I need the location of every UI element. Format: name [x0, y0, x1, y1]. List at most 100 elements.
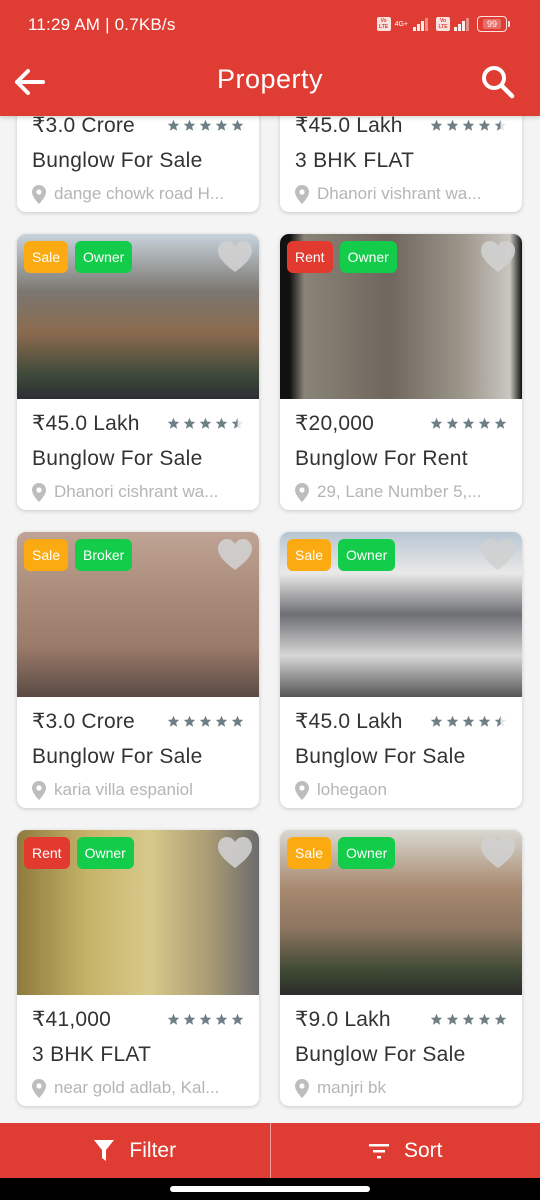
favorite-heart-icon[interactable] [480, 538, 516, 572]
star-icon [215, 715, 228, 727]
star-icon [231, 119, 244, 131]
property-title: Bunglow For Sale [295, 1043, 466, 1066]
property-card[interactable]: Sale Broker ₹3.0 Crore Bunglow For Sale … [17, 532, 259, 808]
rating-stars [430, 119, 507, 132]
rating-stars [167, 119, 244, 132]
star-icon [199, 417, 212, 429]
star-icon [462, 417, 475, 429]
property-card[interactable]: Sale Owner ₹3.0 Crore [17, 116, 259, 212]
property-photo[interactable]: Rent Owner [280, 234, 522, 399]
filter-button[interactable]: Filter [0, 1123, 270, 1178]
favorite-heart-icon[interactable] [480, 240, 516, 274]
property-title: Bunglow For Sale [295, 745, 466, 768]
location-pin-icon [32, 482, 46, 502]
location-pin-icon [295, 1078, 309, 1098]
property-price: ₹45.0 Lakh [295, 116, 403, 137]
property-card[interactable]: Sale Owner ₹45.0 Lakh [280, 532, 522, 808]
rating-stars [430, 417, 507, 430]
battery-icon: 99 [477, 16, 510, 32]
star-icon [462, 119, 475, 131]
property-price: ₹45.0 Lakh [295, 709, 403, 733]
listing-type-badge: Sale [287, 539, 332, 571]
location-pin-icon [295, 780, 309, 800]
star-icon [199, 119, 212, 131]
network-type: 4G+ [394, 20, 408, 28]
property-card[interactable]: Sale Owner ₹45.0 Lakh [280, 116, 522, 212]
favorite-heart-icon[interactable] [217, 240, 253, 274]
property-card[interactable]: Rent Owner ₹20,000 Bunglow For Rent 29, … [280, 234, 522, 510]
rating-stars [167, 1013, 244, 1026]
property-location: near gold adlab, Kal... [32, 1071, 244, 1105]
star-icon [430, 1013, 443, 1025]
rating-stars [167, 417, 244, 430]
property-location: manjri bk [295, 1071, 507, 1105]
property-card[interactable]: Sale Owner ₹9.0 Lakh Bunglow For Sale ma… [280, 830, 522, 1106]
listing-party-badge: Owner [75, 241, 133, 273]
location-pin-icon [32, 1078, 46, 1098]
star-icon [446, 715, 459, 727]
sort-label: Sort [403, 1138, 443, 1162]
property-location: lohegaon [295, 773, 507, 807]
favorite-heart-icon[interactable] [217, 538, 253, 572]
star-icon [199, 715, 212, 727]
property-list[interactable]: Sale Owner ₹3.0 Crore [0, 116, 540, 1123]
volte-icon: Vo LTE [376, 17, 391, 31]
sort-button[interactable]: Sort [271, 1123, 540, 1178]
rating-stars [430, 1013, 507, 1026]
property-photo[interactable]: Sale Owner [17, 234, 259, 399]
property-card[interactable]: Sale Owner ₹45.0 Lakh [17, 234, 259, 510]
star-icon [183, 715, 196, 727]
property-title: Bunglow For Rent [295, 447, 468, 470]
listing-type-badge: Sale [24, 241, 69, 273]
star-icon [446, 417, 459, 429]
listing-type-badge: Rent [24, 837, 70, 869]
rating-stars [430, 715, 507, 728]
property-title: Bunglow For Sale [32, 149, 203, 172]
location-text: Dhanori vishrant wa... [317, 184, 482, 203]
star-icon [478, 119, 491, 131]
property-photo[interactable]: Sale Broker [17, 532, 259, 697]
battery-level: 99 [482, 19, 501, 29]
location-text: lohegaon [317, 780, 387, 799]
property-card[interactable]: Rent Owner ₹41,000 3 BHK FLAT near gold … [17, 830, 259, 1106]
star-icon [478, 1013, 491, 1025]
star-icon [462, 715, 475, 727]
filter-label: Filter [129, 1138, 177, 1162]
sort-icon [368, 1143, 389, 1158]
listing-type-badge: Sale [287, 837, 332, 869]
rating-stars [167, 715, 244, 728]
favorite-heart-icon[interactable] [480, 836, 516, 870]
listing-party-badge: Owner [76, 837, 134, 869]
property-price: ₹9.0 Lakh [295, 1007, 391, 1031]
volte-icon-2: Vo LTE [436, 17, 450, 31]
listing-party-badge: Owner [339, 241, 397, 273]
home-indicator[interactable] [170, 1186, 370, 1192]
star-icon [494, 119, 507, 131]
star-icon [430, 715, 443, 727]
toolbar: Property [0, 52, 540, 116]
location-text: manjri bk [317, 1078, 386, 1097]
star-icon [199, 1013, 212, 1025]
favorite-heart-icon[interactable] [217, 836, 253, 870]
star-icon [183, 119, 196, 131]
star-icon [167, 1013, 180, 1025]
property-location: Dhanori cishrant wa... [32, 475, 244, 509]
property-photo[interactable]: Sale Owner [280, 830, 522, 995]
status-icons: Vo LTE 4G+ Vo LTE 99 [376, 16, 510, 32]
star-icon [231, 1013, 244, 1025]
star-icon [494, 1013, 507, 1025]
star-icon [215, 1013, 228, 1025]
listing-type-badge: Sale [24, 539, 69, 571]
location-text: 29, Lane Number 5,... [317, 482, 482, 501]
property-photo[interactable]: Rent Owner [17, 830, 259, 995]
search-button[interactable] [476, 60, 520, 104]
status-time: 11:29 AM | 0.7KB/s [28, 15, 176, 34]
property-list-screen: 11:29 AM | 0.7KB/s Vo LTE 4G+ Vo LTE 99 Pr… [0, 0, 540, 1200]
signal-icon [413, 17, 428, 31]
property-photo[interactable]: Sale Owner [280, 532, 522, 697]
listing-party-badge: Broker [75, 539, 133, 571]
location-pin-icon [32, 780, 46, 800]
property-title: Bunglow For Sale [32, 447, 203, 470]
location-text: karia villa espaniol [54, 780, 193, 799]
property-price: ₹20,000 [295, 411, 374, 435]
